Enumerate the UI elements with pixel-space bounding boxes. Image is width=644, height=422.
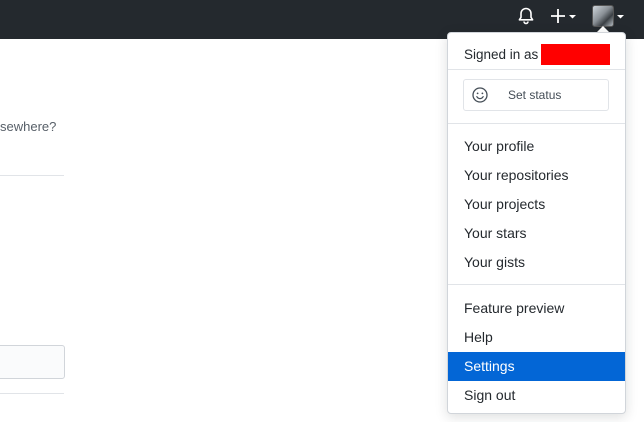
bell-icon[interactable]	[515, 5, 537, 27]
create-new-button[interactable]	[549, 5, 579, 27]
menu-divider	[448, 69, 625, 70]
menu-divider	[448, 284, 625, 285]
set-status-label: Set status	[508, 88, 562, 102]
menu-divider	[448, 123, 625, 124]
menu-item-sign-out[interactable]: Sign out	[448, 381, 625, 410]
user-menu-toggle[interactable]	[592, 4, 628, 28]
menu-item-feature-preview[interactable]: Feature preview	[448, 294, 625, 323]
set-status-button[interactable]: Set status	[463, 79, 609, 111]
menu-item-your-gists[interactable]: Your gists	[448, 248, 625, 277]
avatar	[592, 5, 614, 27]
redacted-username	[541, 44, 611, 65]
background-text: sewhere?	[0, 119, 57, 134]
menu-item-your-stars[interactable]: Your stars	[448, 219, 625, 248]
background-input[interactable]	[0, 345, 65, 379]
menu-item-your-profile[interactable]: Your profile	[448, 132, 625, 161]
background-divider	[0, 175, 64, 176]
menu-item-your-repositories[interactable]: Your repositories	[448, 161, 625, 190]
signed-in-label: Signed in as	[464, 47, 539, 62]
background-divider	[0, 393, 64, 394]
caret-down-icon	[617, 15, 624, 19]
plus-icon	[551, 9, 576, 23]
menu-item-your-projects[interactable]: Your projects	[448, 190, 625, 219]
menu-item-settings[interactable]: Settings	[448, 352, 625, 381]
user-dropdown-menu: Signed in as Set status Your profile You…	[447, 32, 626, 414]
menu-item-help[interactable]: Help	[448, 323, 625, 352]
smiley-icon	[472, 87, 488, 103]
signed-in-header: Signed in as	[464, 44, 611, 65]
